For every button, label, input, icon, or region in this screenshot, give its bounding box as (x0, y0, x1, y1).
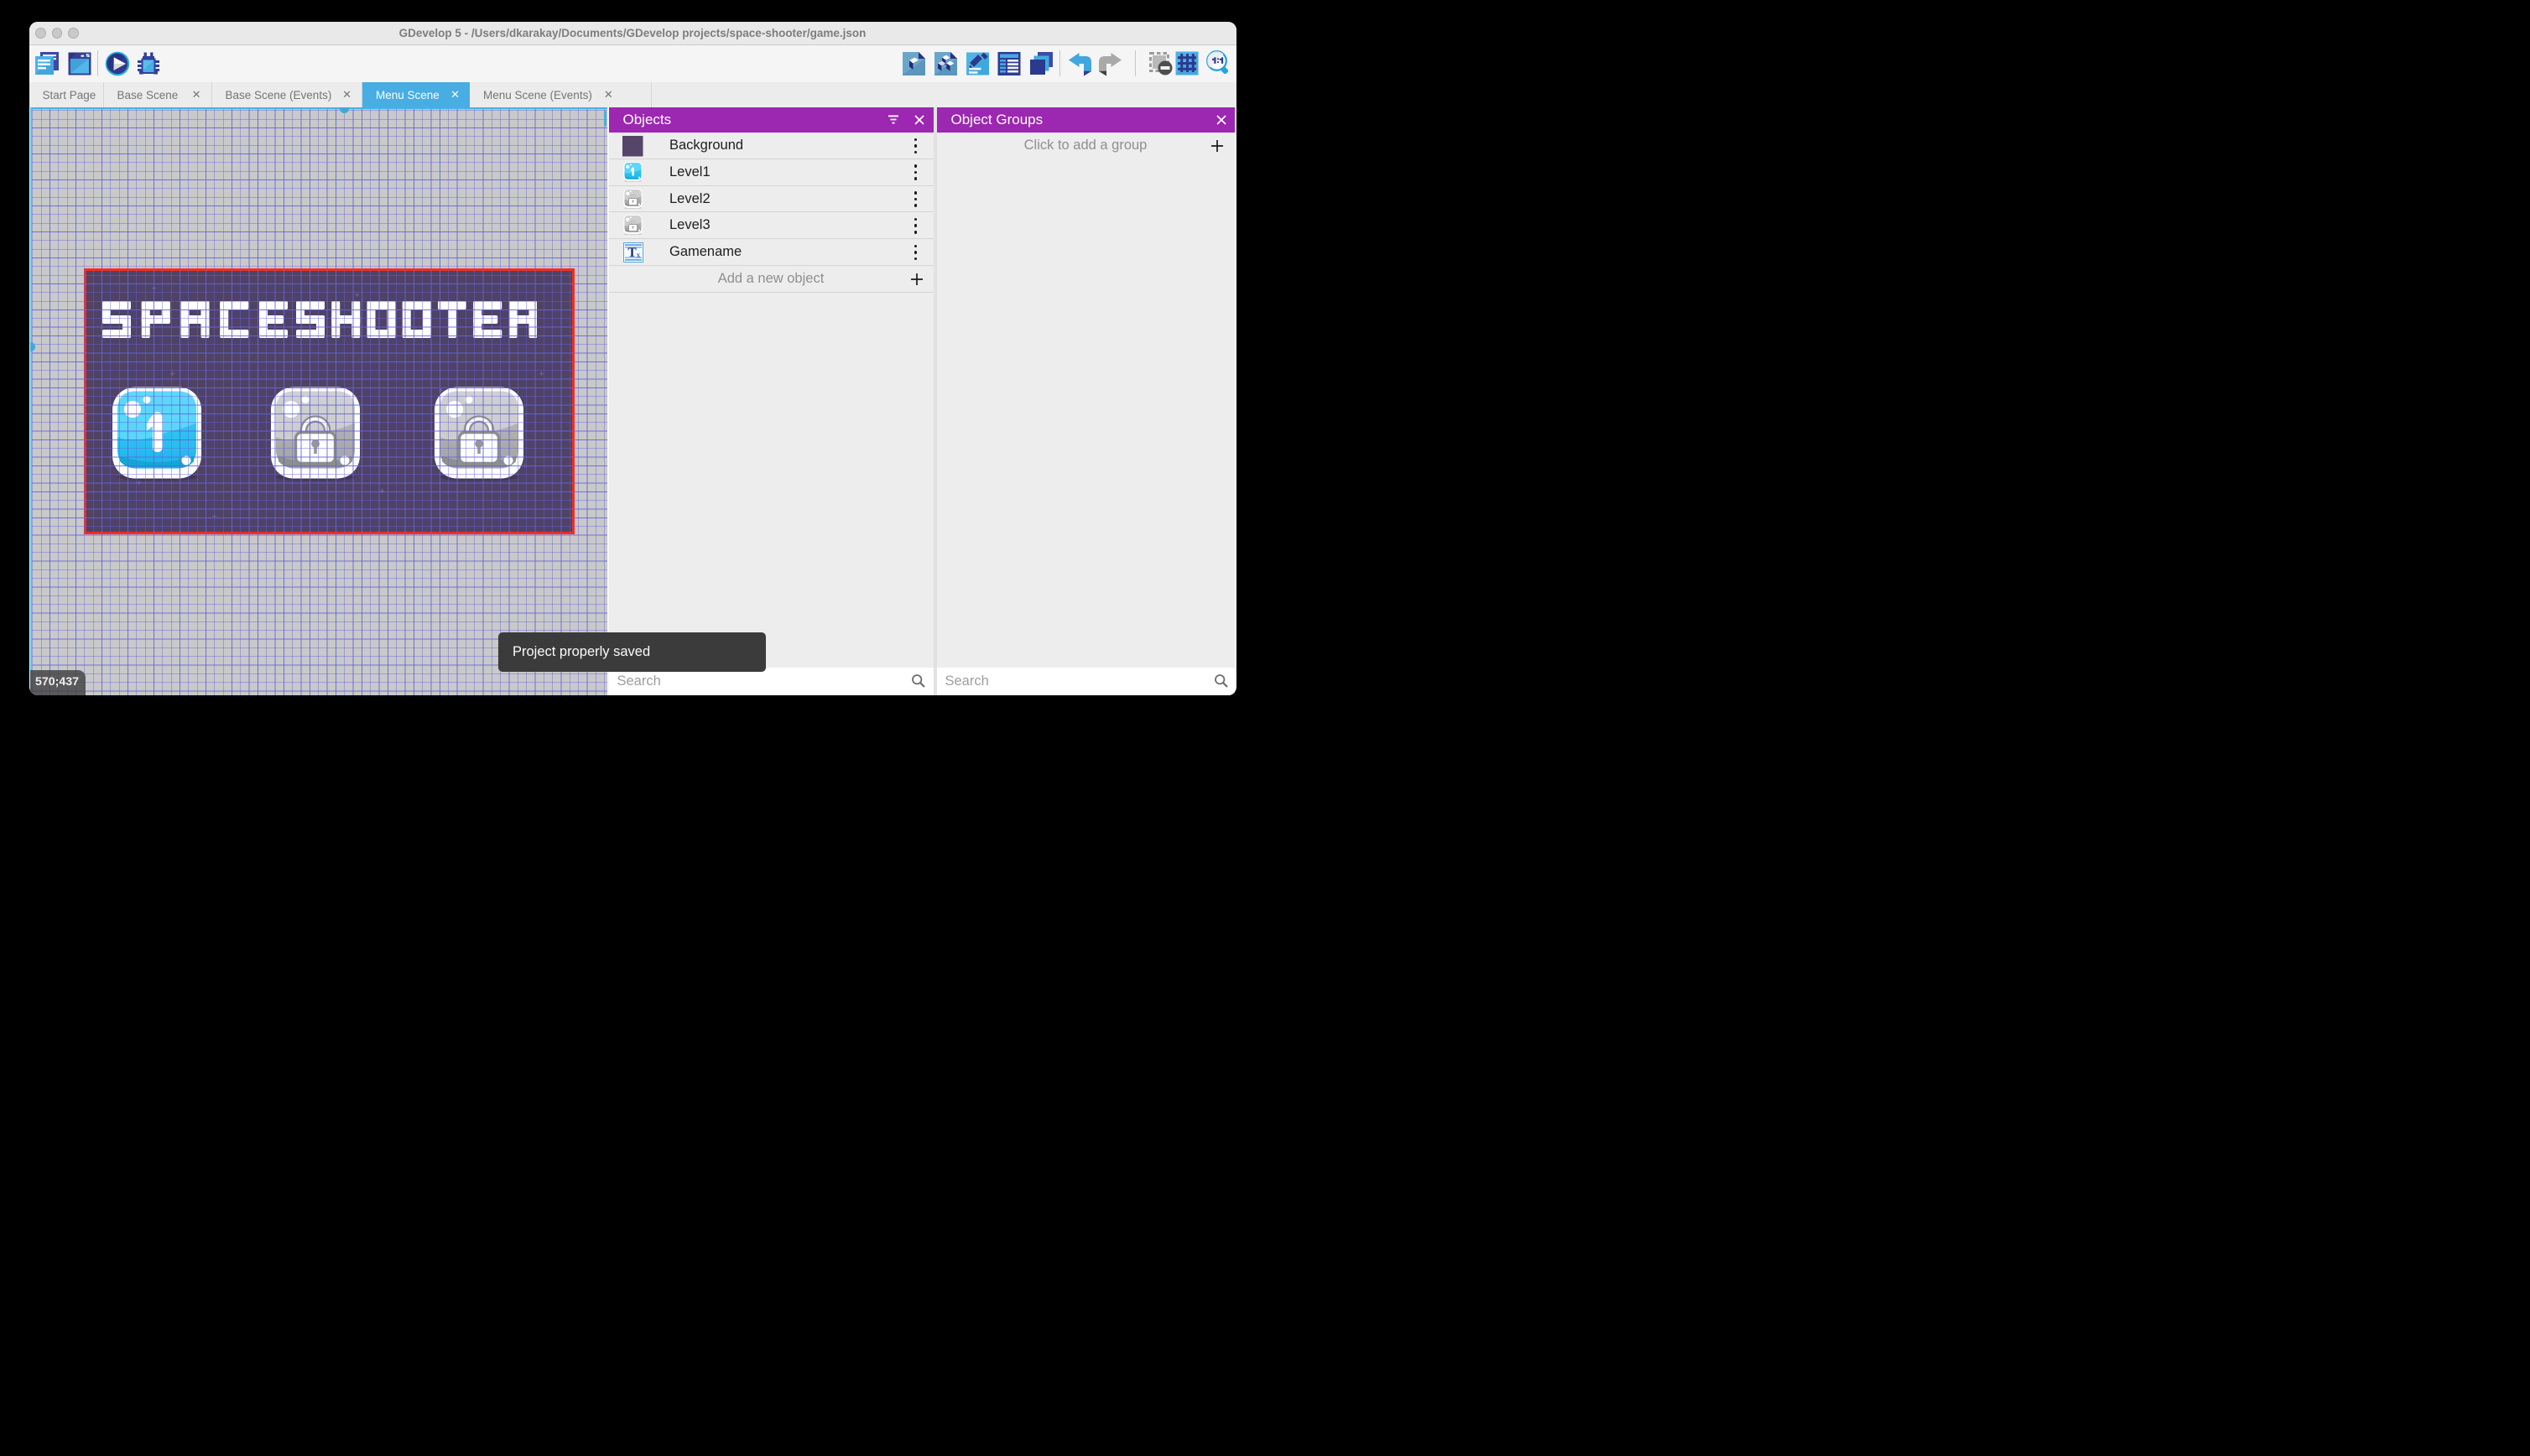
svg-text:x: x (636, 252, 640, 260)
